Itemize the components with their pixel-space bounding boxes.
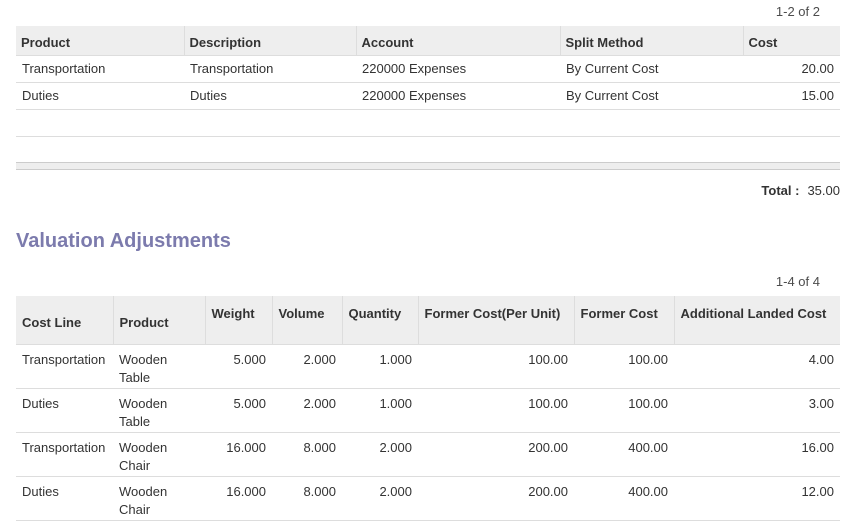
cell-cost-line: Transportation	[16, 432, 113, 477]
cell-former-cost: 400.00	[574, 476, 674, 521]
cell-cost: 15.00	[743, 82, 840, 110]
cost-lines-pager[interactable]: 1-2 of 2	[776, 4, 820, 19]
column-header-cost-line[interactable]: Cost Line	[16, 296, 113, 345]
cell-former-cost-unit: 100.00	[418, 344, 574, 389]
table-header-row: Product Description Account Split Method…	[16, 26, 840, 56]
cell-cost-line: Transportation	[16, 344, 113, 389]
column-header-product[interactable]: Product	[112, 296, 205, 345]
total-label: Total :	[761, 183, 800, 198]
cell-volume: 8.000	[272, 432, 342, 477]
cell-account: 220000 Expenses	[356, 55, 560, 83]
empty-row	[16, 109, 840, 137]
cell-former-cost: 100.00	[574, 344, 674, 389]
table-footer-bar	[16, 162, 840, 170]
cell-volume: 2.000	[272, 344, 342, 389]
section-title-valuation: Valuation Adjustments	[16, 230, 231, 252]
cell-description: Transportation	[184, 55, 356, 83]
column-header-split-method[interactable]: Split Method	[559, 26, 743, 56]
column-header-former-cost[interactable]: Former Cost	[573, 296, 674, 345]
cell-product: Wooden Table	[113, 344, 205, 389]
cell-account: 220000 Expenses	[356, 82, 560, 110]
table-row[interactable]: Duties Wooden Table 5.000 2.000 1.000 10…	[16, 388, 840, 433]
cell-product: Wooden Table	[113, 388, 205, 433]
cell-quantity: 2.000	[342, 476, 418, 521]
cell-former-cost-unit: 200.00	[418, 432, 574, 477]
cell-additional-landed-cost: 16.00	[674, 432, 840, 477]
column-header-product[interactable]: Product	[16, 26, 184, 56]
cell-weight: 5.000	[205, 388, 272, 433]
cell-former-cost: 400.00	[574, 432, 674, 477]
cell-weight: 16.000	[205, 476, 272, 521]
table-header-row: Cost Line Product Weight Volume Quantity…	[16, 296, 840, 345]
cell-former-cost-unit: 100.00	[418, 388, 574, 433]
cell-weight: 5.000	[205, 344, 272, 389]
column-header-cost[interactable]: Cost	[742, 26, 840, 56]
cell-former-cost-unit: 200.00	[418, 476, 574, 521]
cell-additional-landed-cost: 12.00	[674, 476, 840, 521]
table-row[interactable]: Transportation Transportation 220000 Exp…	[16, 55, 840, 83]
cell-volume: 8.000	[272, 476, 342, 521]
cell-additional-landed-cost: 3.00	[674, 388, 840, 433]
cell-split-method: By Current Cost	[560, 82, 743, 110]
cell-description: Duties	[184, 82, 356, 110]
table-row[interactable]: Transportation Wooden Table 5.000 2.000 …	[16, 344, 840, 389]
column-header-volume[interactable]: Volume	[271, 296, 342, 345]
total-value: 35.00	[807, 183, 840, 198]
table-row[interactable]: Duties Wooden Chair 16.000 8.000 2.000 2…	[16, 476, 840, 521]
cell-cost: 20.00	[743, 55, 840, 83]
cell-product: Transportation	[16, 55, 184, 83]
cell-product: Wooden Chair	[113, 476, 205, 521]
cell-split-method: By Current Cost	[560, 55, 743, 83]
cell-quantity: 2.000	[342, 432, 418, 477]
total-summary: Total : 35.00	[761, 183, 840, 198]
cell-volume: 2.000	[272, 388, 342, 433]
cell-cost-line: Duties	[16, 388, 113, 433]
column-header-weight[interactable]: Weight	[204, 296, 272, 345]
column-header-additional-landed-cost[interactable]: Additional Landed Cost	[673, 296, 840, 345]
cell-weight: 16.000	[205, 432, 272, 477]
cell-additional-landed-cost: 4.00	[674, 344, 840, 389]
valuation-pager[interactable]: 1-4 of 4	[776, 274, 820, 289]
column-header-description[interactable]: Description	[183, 26, 356, 56]
cell-quantity: 1.000	[342, 344, 418, 389]
cell-product: Wooden Chair	[113, 432, 205, 477]
cell-product: Duties	[16, 82, 184, 110]
cell-quantity: 1.000	[342, 388, 418, 433]
valuation-adjustments-table: Cost Line Product Weight Volume Quantity…	[16, 296, 840, 521]
column-header-former-cost-unit[interactable]: Former Cost(Per Unit)	[417, 296, 574, 345]
column-header-quantity[interactable]: Quantity	[341, 296, 418, 345]
column-header-account[interactable]: Account	[355, 26, 560, 56]
cell-cost-line: Duties	[16, 476, 113, 521]
cost-lines-table: Product Description Account Split Method…	[16, 26, 840, 137]
table-row[interactable]: Duties Duties 220000 Expenses By Current…	[16, 82, 840, 110]
table-row[interactable]: Transportation Wooden Chair 16.000 8.000…	[16, 432, 840, 477]
cell-former-cost: 100.00	[574, 388, 674, 433]
